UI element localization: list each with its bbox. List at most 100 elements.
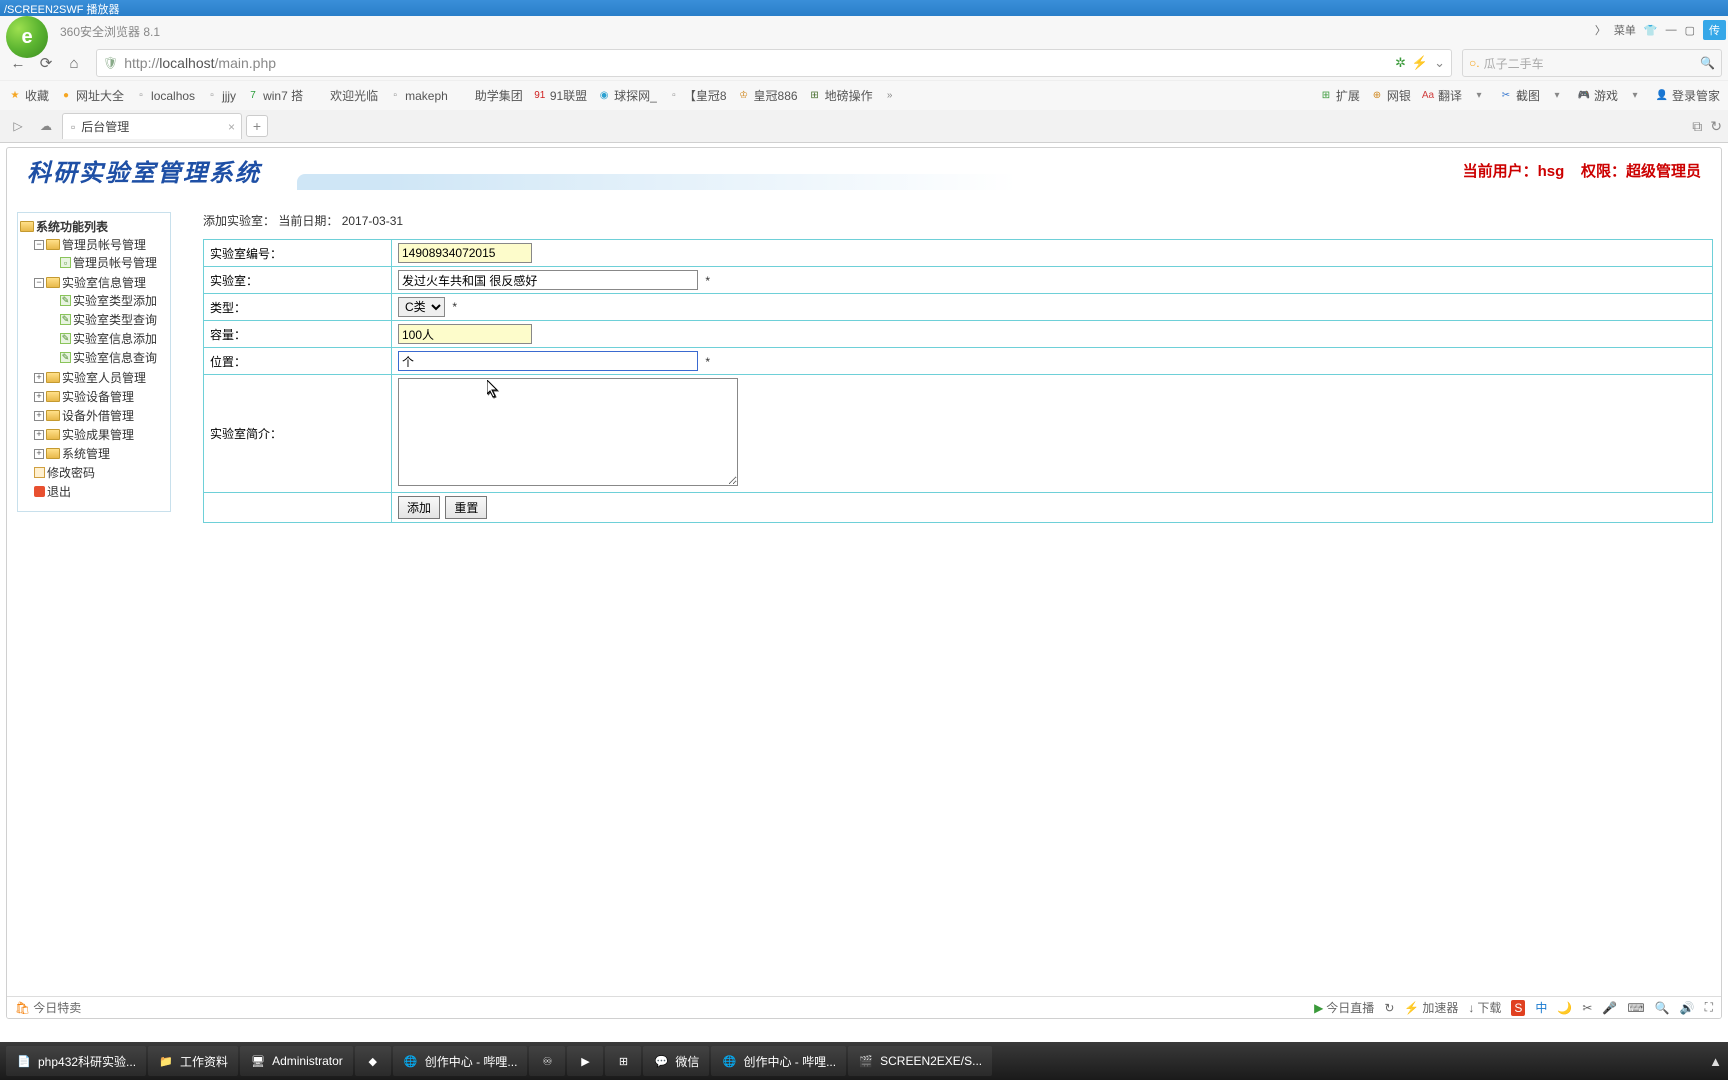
taskbar-item[interactable]: ⊞ [605,1046,641,1076]
status-expand-icon[interactable]: ⛶ [1705,1000,1713,1015]
tree-leaf[interactable]: ✎ 实验室信息添加 [48,330,168,347]
bookmark-item[interactable]: ◉球探网_ [597,87,657,104]
bookmark-item[interactable]: ♔皇冠886 [737,87,798,104]
url-dropdown-icon[interactable]: ⌄ [1434,55,1445,71]
top-menu-hide-icon[interactable]: 👕 [1644,24,1658,37]
textarea-desc[interactable] [398,378,738,486]
tree-branch[interactable]: − 管理员帐号管理 [34,236,168,253]
bookmark-item[interactable]: 助学集团 [458,87,523,104]
bookmark-label: localhos [151,89,195,103]
tree-branch[interactable]: + 实验设备管理 [34,388,168,405]
toggle-icon[interactable]: + [34,449,44,459]
status-vol-icon[interactable]: 🔊 [1680,1001,1695,1015]
tree-leaf[interactable]: 退出 [34,483,168,500]
bookmark-tool[interactable]: ✂截图 [1499,87,1540,104]
bookmark-item[interactable]: ▫jjjy [205,89,236,103]
toggle-icon[interactable]: − [34,240,44,250]
status-accelerator[interactable]: ⚡加速器 [1404,999,1458,1016]
tree-branch[interactable]: + 设备外借管理 [34,407,168,424]
bookmark-tool[interactable]: ▾ [1628,87,1645,104]
bookmark-item[interactable]: » [883,89,900,103]
tree-leaf[interactable]: ✎ 实验室类型查询 [48,311,168,328]
tree-branch[interactable]: + 实验室人员管理 [34,369,168,386]
input-lab-id[interactable] [398,243,532,263]
bookmark-item[interactable]: 9191联盟 [533,87,587,104]
search-icon[interactable]: 🔍 [1700,56,1715,70]
status-cut-icon[interactable]: ✂ [1582,1001,1592,1015]
tab-add-button[interactable]: + [246,115,268,137]
taskbar-item[interactable]: 🌐创作中心 - 哔哩... [711,1046,846,1076]
bookmark-tool[interactable]: ▾ [1472,87,1489,104]
submit-button[interactable]: 添加 [398,496,440,519]
taskbar-item[interactable]: 🌐创作中心 - 哔哩... [393,1046,528,1076]
bookmark-item[interactable]: ⊞地磅操作 [808,87,873,104]
taskbar-item[interactable]: 🖥Administrator [240,1046,353,1076]
tree-branch[interactable]: − 实验室信息管理 [34,274,168,291]
top-menu-label[interactable]: 菜单 [1614,22,1636,38]
taskbar-item[interactable]: ◆ [355,1046,391,1076]
bookmark-item[interactable]: ●网址大全 [59,87,124,104]
status-keyboard-icon[interactable]: ⌨ [1627,1001,1644,1015]
taskbar-item[interactable]: ♾ [529,1046,565,1076]
bookmark-tool[interactable]: ⊕网银 [1370,87,1411,104]
bookmark-tool[interactable]: Aa翻译 [1421,87,1462,104]
bookmark-item[interactable]: 7win7 搭 [246,87,303,104]
toggle-icon[interactable]: + [34,430,44,440]
top-menu-max-icon[interactable]: ▢ [1685,24,1695,37]
tree-branch[interactable]: + 实验成果管理 [34,426,168,443]
tab-cloud-icon[interactable]: ☁ [34,114,58,138]
taskbar-item[interactable]: 📁工作资料 [148,1046,238,1076]
taskbar-item[interactable]: ▶ [567,1046,603,1076]
status-refresh-icon[interactable]: ↻ [1384,1001,1394,1015]
tree-leaf[interactable]: ✎ 实验室信息查询 [48,349,168,366]
toggle-icon[interactable]: − [34,278,44,288]
tab-active[interactable]: ▫ 后台管理 × [62,113,242,139]
input-capacity[interactable] [398,324,532,344]
taskbar-item[interactable]: 🎬SCREEN2EXE/S... [848,1046,992,1076]
bookmark-tool[interactable]: 🎮游戏 [1577,87,1618,104]
status-moon-icon[interactable]: 🌙 [1557,1001,1572,1015]
bookmark-item[interactable]: ★收藏 [8,87,49,104]
status-live[interactable]: ▶今日直播 [1314,999,1374,1016]
toggle-icon[interactable]: + [34,392,44,402]
tree-root[interactable]: 系统功能列表 [20,218,168,235]
toggle-icon[interactable]: + [34,373,44,383]
bookmark-tool[interactable]: ▾ [1550,87,1567,104]
tree-leaf[interactable]: ▫ 管理员帐号管理 [48,254,168,271]
ime-icon[interactable]: S [1511,1000,1525,1016]
tabs-overview-icon[interactable]: ⧉ [1692,118,1702,135]
taskbar-item[interactable]: 📄php432科研实验... [6,1046,146,1076]
status-zoom-icon[interactable]: 🔍 [1655,1001,1670,1015]
bookmark-item[interactable]: ▫localhos [134,89,195,103]
tabs-restore-icon[interactable]: ↻ [1710,118,1722,135]
bookmark-item[interactable]: ▫makeph [388,89,448,103]
url-flash-icon[interactable]: ⚡ [1412,55,1428,71]
input-lab-name[interactable] [398,270,698,290]
status-download[interactable]: ↓下载 [1468,999,1501,1016]
url-bar[interactable]: 🛡 http://localhost/main.php ✲ ⚡ ⌄ [96,49,1452,77]
tree-branch[interactable]: + 系统管理 [34,445,168,462]
status-left[interactable]: 🛍 今日特卖 [15,999,81,1016]
top-menu-min-icon[interactable]: — [1666,24,1677,36]
select-type[interactable]: C类 [398,297,445,317]
search-bar[interactable]: ○. 瓜子二手车 🔍 [1462,49,1722,77]
tree-leaf[interactable]: ✎ 实验室类型添加 [48,292,168,309]
bookmark-item[interactable]: ▫【皇冠8 [667,87,727,104]
nav-home-button[interactable]: ⌂ [62,51,86,75]
status-ime2-icon[interactable]: 中 [1535,999,1547,1016]
reset-button[interactable]: 重置 [445,496,487,519]
bookmark-tool[interactable]: 👤登录管家 [1655,87,1720,104]
tab-play-icon[interactable]: ▷ [6,114,30,138]
tab-close-icon[interactable]: × [228,120,235,134]
toggle-icon[interactable]: + [34,411,44,421]
tree-leaf[interactable]: 修改密码 [34,464,168,481]
status-mic-icon[interactable]: 🎤 [1602,1001,1617,1015]
top-menu-icon[interactable]: 〉 [1595,22,1606,38]
ext-badge[interactable]: 传 [1703,20,1726,40]
tray-icon[interactable]: ▲ [1709,1054,1722,1069]
bookmark-item[interactable]: 欢迎光临 [313,87,378,104]
bookmark-tool[interactable]: ⊞扩展 [1319,87,1360,104]
input-location[interactable] [398,351,698,371]
search-engine-icon[interactable]: ○. [1469,56,1480,70]
taskbar-item[interactable]: 💬微信 [643,1046,709,1076]
